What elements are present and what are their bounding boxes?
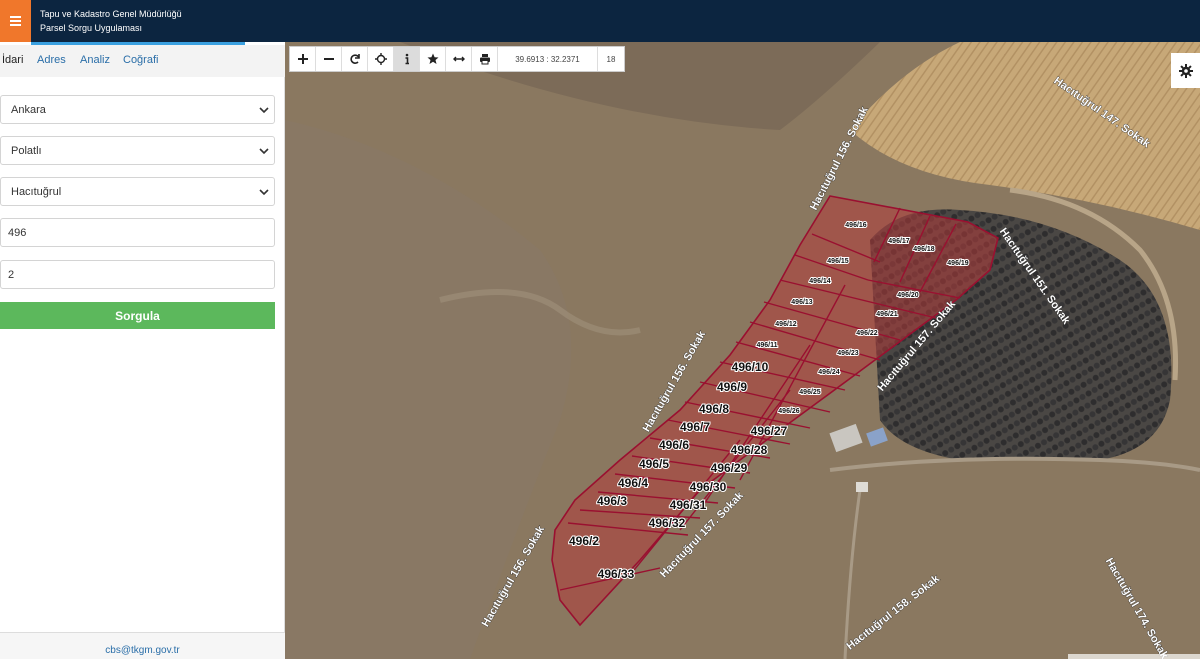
parcel-label[interactable]: 496/24 — [817, 368, 841, 377]
parcel-label[interactable]: 496/18 — [912, 245, 936, 254]
parcel-label[interactable]: 496/16 — [844, 221, 868, 230]
parcel-label[interactable]: 496/15 — [826, 257, 850, 266]
parcel-label[interactable]: 496/17 — [887, 237, 911, 246]
parcel-label[interactable]: 496/22 — [855, 329, 879, 338]
parcel-label[interactable]: 496/23 — [836, 349, 860, 358]
il-select[interactable]: Ankara — [0, 95, 275, 124]
parcel-label[interactable]: 496/12 — [774, 320, 798, 329]
parcel-label[interactable]: 496/19 — [946, 259, 970, 268]
tab-cografi[interactable]: Coğrafi — [123, 54, 158, 66]
parcel-label[interactable]: 496/30 — [689, 479, 728, 495]
parcel-label[interactable]: 496/6 — [658, 437, 690, 453]
parcel-label[interactable]: 496/25 — [798, 388, 822, 397]
info-icon[interactable] — [394, 47, 420, 71]
parcel-label[interactable]: 496/28 — [730, 442, 769, 458]
parcel-label[interactable]: 496/11 — [755, 341, 778, 350]
tab-adres[interactable]: Adres — [37, 54, 66, 66]
parcel-label[interactable]: 496/10 — [731, 359, 770, 375]
sidebar: İdari Adres Analiz Coğrafi Ankara Polatl… — [0, 45, 285, 659]
parcel-label[interactable]: 496/31 — [669, 497, 708, 513]
satellite-map: 496/16 496/17 496/18 496/19 496/15 496/1… — [285, 42, 1200, 659]
print-icon[interactable] — [472, 47, 498, 71]
sorgula-button[interactable]: Sorgula — [0, 302, 275, 329]
ada-input[interactable]: 496 — [0, 218, 275, 247]
zoom-level-readout: 18 — [606, 54, 616, 64]
map-attribution — [1068, 654, 1200, 659]
parcel-label[interactable]: 496/4 — [617, 475, 649, 491]
parcel-label[interactable]: 496/27 — [750, 423, 789, 439]
tab-idari[interactable]: İdari — [2, 54, 23, 66]
mahalle-select-value: Hacıtuğrul — [11, 185, 62, 198]
footer-email-link[interactable]: cbs@tkgm.gov.tr — [0, 632, 285, 659]
coordinate-readout: 39.6913 : 32.2371 — [498, 47, 598, 71]
zoom-out-icon[interactable] — [316, 47, 342, 71]
tab-analiz[interactable]: Analiz — [80, 54, 110, 66]
mahalle-select[interactable]: Hacıtuğrul — [0, 177, 275, 206]
map-toolbar: 39.6913 : 32.2371 18 — [289, 46, 625, 72]
parcel-label[interactable]: 496/14 — [808, 277, 832, 286]
chevron-down-icon — [259, 148, 269, 155]
map-view[interactable]: 496/16 496/17 496/18 496/19 496/15 496/1… — [285, 42, 1200, 659]
ilce-select[interactable]: Polatlı — [0, 136, 275, 165]
hamburger-icon — [10, 20, 21, 22]
locate-icon[interactable] — [368, 47, 394, 71]
star-icon[interactable] — [420, 47, 446, 71]
parcel-label[interactable]: 496/5 — [638, 456, 670, 472]
parcel-label[interactable]: 496/29 — [710, 460, 749, 476]
il-select-value: Ankara — [11, 103, 46, 116]
chevron-down-icon — [259, 189, 269, 196]
parcel-label[interactable]: 496/13 — [790, 298, 814, 307]
refresh-icon[interactable] — [342, 47, 368, 71]
sidebar-tabs: İdari Adres Analiz Coğrafi — [0, 45, 285, 77]
parcel-label[interactable]: 496/9 — [716, 379, 748, 395]
menu-button[interactable] — [0, 0, 31, 42]
parcel-label[interactable]: 496/33 — [597, 566, 636, 582]
settings-button[interactable] — [1171, 53, 1200, 88]
app-title-line1: Tapu ve Kadastro Genel Müdürlüğü — [40, 9, 182, 19]
parcel-label[interactable]: 496/8 — [698, 401, 730, 417]
app-title: Tapu ve Kadastro Genel Müdürlüğü Parsel … — [40, 7, 182, 35]
parcel-label[interactable]: 496/26 — [777, 407, 801, 416]
parcel-label[interactable]: 496/3 — [596, 493, 628, 509]
chevron-down-icon — [259, 107, 269, 114]
parcel-label[interactable]: 496/32 — [648, 515, 687, 531]
parcel-label[interactable]: 496/20 — [896, 291, 920, 300]
app-header: Tapu ve Kadastro Genel Müdürlüğü Parsel … — [0, 0, 1200, 42]
parsel-input[interactable]: 2 — [0, 260, 275, 289]
ilce-select-value: Polatlı — [11, 144, 42, 157]
zoom-in-icon[interactable] — [290, 47, 316, 71]
measure-icon[interactable] — [446, 47, 472, 71]
gear-icon — [1178, 63, 1193, 78]
parcel-label[interactable]: 496/7 — [679, 419, 711, 435]
parcel-label[interactable]: 496/21 — [875, 310, 899, 319]
parcel-label[interactable]: 496/2 — [568, 533, 600, 549]
app-title-line2: Parsel Sorgu Uygulaması — [40, 23, 143, 33]
